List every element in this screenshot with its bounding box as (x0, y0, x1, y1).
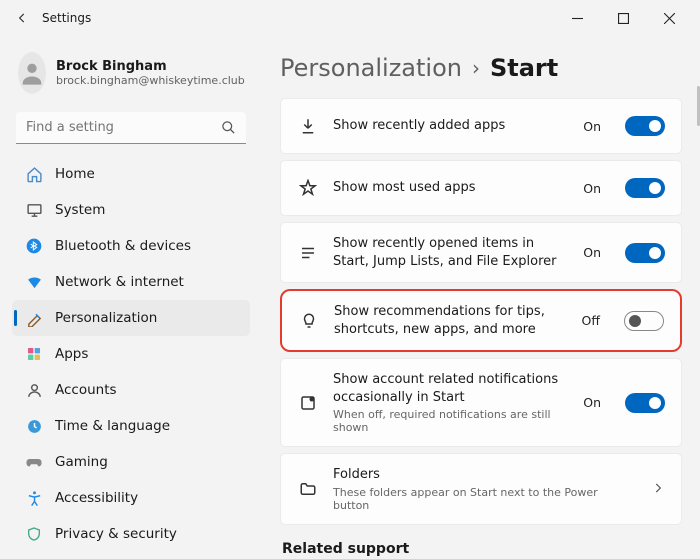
toggle-switch[interactable] (625, 178, 665, 198)
setting-folders[interactable]: Folders These folders appear on Start nex… (280, 453, 682, 525)
setting-subtitle: When off, required notifications are sti… (333, 408, 569, 434)
search-box[interactable] (16, 112, 246, 144)
recent-apps-icon (297, 117, 319, 135)
user-profile[interactable]: Brock Bingham brock.bingham@whiskeytime.… (12, 44, 250, 108)
sidebar-item-time[interactable]: Time & language (12, 408, 250, 444)
setting-recommendations: Show recommendations for tips, shortcuts… (280, 289, 682, 352)
system-icon (25, 202, 43, 219)
sidebar-item-label: Bluetooth & devices (55, 238, 191, 254)
setting-most-used: Show most used apps On (280, 160, 682, 216)
search-icon (221, 120, 236, 139)
sidebar-item-home[interactable]: Home (12, 156, 250, 192)
sidebar-item-apps[interactable]: Apps (12, 336, 250, 372)
apps-icon (25, 346, 43, 362)
sidebar-item-network[interactable]: Network & internet (12, 264, 250, 300)
sidebar-item-gaming[interactable]: Gaming (12, 444, 250, 480)
toggle-state-label: Off (582, 313, 600, 328)
recent-items-icon (297, 244, 319, 262)
toggle-state-label: On (583, 181, 601, 196)
back-button[interactable] (8, 4, 36, 32)
sidebar-item-label: System (55, 202, 105, 218)
chevron-right-icon: › (472, 56, 480, 80)
sidebar-item-label: Network & internet (55, 274, 184, 290)
sidebar-item-label: Home (55, 166, 95, 182)
setting-subtitle: These folders appear on Start next to th… (333, 486, 637, 512)
setting-title: Show account related notifications occas… (333, 371, 569, 406)
recommendations-icon (298, 312, 320, 330)
toggle-switch[interactable] (625, 393, 665, 413)
chevron-right-icon (651, 480, 665, 499)
toggle-switch[interactable] (624, 311, 664, 331)
accounts-icon (25, 382, 43, 399)
setting-title: Show recently added apps (333, 117, 569, 135)
sidebar-item-label: Time & language (55, 418, 170, 434)
related-support-header: Related support (282, 541, 682, 557)
toggle-state-label: On (583, 245, 601, 260)
folders-icon (297, 480, 319, 498)
setting-title: Show recently opened items in Start, Jum… (333, 235, 569, 270)
breadcrumb-parent[interactable]: Personalization (280, 54, 462, 82)
sidebar-item-privacy[interactable]: Privacy & security (12, 516, 250, 552)
sidebar-item-label: Privacy & security (55, 526, 177, 542)
network-icon (25, 274, 43, 291)
toggle-state-label: On (583, 395, 601, 410)
sidebar-item-label: Apps (55, 346, 88, 362)
home-icon (25, 166, 43, 183)
sidebar-item-label: Accessibility (55, 490, 138, 506)
sidebar-item-accounts[interactable]: Accounts (12, 372, 250, 408)
sidebar-item-personalization[interactable]: Personalization (12, 300, 250, 336)
bluetooth-icon (25, 238, 43, 254)
breadcrumb-current: Start (490, 54, 558, 82)
toggle-state-label: On (583, 119, 601, 134)
time-icon (25, 418, 43, 435)
gaming-icon (25, 453, 43, 471)
sidebar: Brock Bingham brock.bingham@whiskeytime.… (0, 36, 260, 559)
personalization-icon (25, 310, 43, 327)
accessibility-icon (25, 490, 43, 507)
titlebar: Settings (0, 0, 700, 36)
sidebar-item-label: Personalization (55, 310, 157, 326)
sidebar-item-system[interactable]: System (12, 192, 250, 228)
window-title: Settings (42, 11, 554, 25)
most-used-icon (297, 179, 319, 197)
account-notifs-icon (297, 394, 319, 412)
setting-account-notifs: Show account related notifications occas… (280, 358, 682, 447)
search-input[interactable] (16, 112, 246, 144)
sidebar-item-label: Accounts (55, 382, 117, 398)
user-email: brock.bingham@whiskeytime.club (56, 74, 245, 87)
toggle-switch[interactable] (625, 116, 665, 136)
avatar (18, 52, 46, 94)
sidebar-item-label: Gaming (55, 454, 108, 470)
main-panel: Personalization › Start Show recently ad… (260, 36, 700, 559)
setting-title: Show most used apps (333, 179, 569, 197)
user-name: Brock Bingham (56, 59, 245, 74)
sidebar-item-bluetooth[interactable]: Bluetooth & devices (12, 228, 250, 264)
sidebar-item-accessibility[interactable]: Accessibility (12, 480, 250, 516)
setting-title: Folders (333, 466, 637, 484)
close-button[interactable] (646, 3, 692, 33)
toggle-switch[interactable] (625, 243, 665, 263)
privacy-icon (25, 526, 43, 542)
breadcrumb: Personalization › Start (280, 48, 682, 98)
setting-title: Show recommendations for tips, shortcuts… (334, 303, 568, 338)
setting-recent-items: Show recently opened items in Start, Jum… (280, 222, 682, 283)
setting-recent-apps: Show recently added apps On (280, 98, 682, 154)
minimize-button[interactable] (554, 3, 600, 33)
maximize-button[interactable] (600, 3, 646, 33)
